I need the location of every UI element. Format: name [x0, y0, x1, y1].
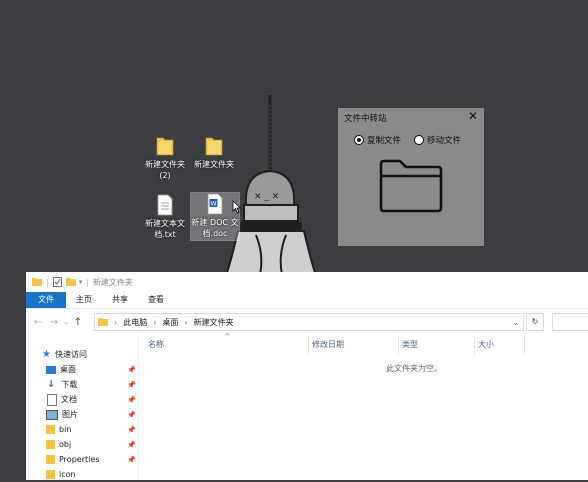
column-header-name[interactable]: 名称	[148, 335, 164, 355]
panel-title: 文件中转站	[344, 114, 387, 124]
toolbar-separator: |	[46, 277, 49, 287]
column-header-size[interactable]: 大小	[478, 335, 494, 355]
file-explorer-window[interactable]: | ▾ | 新建文件夹 文件 主页 共享 查看 ← → ⌄ ↑ › 此电脑 › …	[26, 272, 588, 480]
folder-icon	[205, 137, 223, 156]
move-file-label: 移动文件	[427, 136, 462, 146]
nav-label: 桌面	[60, 365, 76, 374]
nav-item-pictures[interactable]: 图片 📌	[26, 407, 138, 422]
refresh-icon[interactable]: ↻	[526, 313, 544, 331]
customize-dropdown-icon[interactable]: ▾	[79, 278, 83, 286]
nav-label: 图片	[62, 410, 78, 419]
window-title: 新建文件夹	[92, 277, 133, 287]
breadcrumb-this-pc[interactable]: 此电脑	[123, 317, 147, 328]
pin-icon: 📌	[127, 440, 136, 449]
desktop-icon	[46, 365, 56, 374]
column-divider[interactable]	[398, 335, 399, 355]
pin-icon: 📌	[127, 365, 136, 374]
copy-file-radio[interactable]: 复制文件	[354, 134, 401, 146]
pin-icon: 📌	[127, 380, 136, 389]
column-header-type[interactable]: 类型	[402, 335, 418, 355]
nav-item-documents[interactable]: 文档 📌	[26, 392, 138, 407]
column-divider[interactable]	[308, 335, 309, 355]
folder-drop-icon[interactable]	[378, 158, 444, 214]
nav-item-properties[interactable]: Properties 📌	[26, 452, 138, 467]
column-divider[interactable]	[524, 335, 525, 355]
forward-arrow-icon[interactable]: →	[46, 317, 62, 328]
recent-dropdown-icon[interactable]: ⌄	[62, 318, 70, 326]
nav-item-quick-access[interactable]: ★ 快速访问	[26, 347, 138, 362]
pin-icon: 📌	[127, 455, 136, 464]
folder-icon	[98, 318, 108, 326]
address-bar[interactable]: › 此电脑 › 桌面 › 新建文件夹 ⌄	[94, 313, 524, 331]
nav-label: Properties	[59, 455, 100, 464]
nav-item-bin[interactable]: bin 📌	[26, 422, 138, 437]
nav-label: 下载	[61, 380, 78, 389]
star-icon: ★	[42, 349, 51, 360]
nav-label: 快速访问	[54, 350, 87, 359]
move-file-radio[interactable]: 移动文件	[414, 134, 461, 146]
tab-file[interactable]: 文件	[26, 292, 66, 308]
new-folder-icon[interactable]	[65, 277, 76, 287]
breadcrumb-chevron-icon: ›	[114, 317, 118, 327]
desktop-icon-label: 新建 DOC 文档.doc	[191, 218, 239, 238]
ribbon-tabs: 文件 主页 共享 查看	[26, 292, 588, 309]
folder-icon	[46, 425, 55, 434]
desktop-icon-label: 新建文件夹	[194, 160, 234, 169]
download-icon: ↓	[47, 379, 56, 390]
svg-text:W: W	[211, 201, 217, 208]
folder-icon	[46, 440, 55, 449]
nav-label: obj	[59, 440, 72, 449]
mouse-cursor-icon	[232, 200, 242, 214]
folder-icon	[156, 137, 174, 156]
pin-icon: 📌	[127, 425, 136, 434]
toolbar-separator: |	[86, 277, 89, 287]
nav-item-desktop[interactable]: 桌面 📌	[26, 362, 138, 377]
desktop-icon-label: 新建文件夹 (2)	[145, 160, 185, 180]
breadcrumb-desktop[interactable]: 桌面	[162, 317, 178, 328]
document-icon	[47, 393, 57, 406]
folder-icon	[46, 455, 55, 464]
breadcrumb-chevron-icon: ›	[184, 317, 188, 327]
properties-icon[interactable]	[52, 277, 62, 287]
up-arrow-icon[interactable]: ↑	[70, 317, 86, 328]
text-file-icon	[157, 194, 173, 216]
tab-view[interactable]: 查看	[138, 292, 174, 308]
radio-checked-icon	[354, 135, 364, 145]
quick-access-toolbar: | ▾ | 新建文件夹	[26, 272, 588, 292]
address-dropdown-icon[interactable]: ⌄	[512, 318, 519, 327]
pane-divider[interactable]	[138, 335, 139, 480]
tab-share[interactable]: 共享	[102, 292, 138, 308]
file-transfer-panel[interactable]: 文件中转站 ✕ 复制文件 移动文件	[338, 108, 484, 246]
pin-icon: 📌	[127, 395, 136, 404]
folder-icon	[46, 470, 55, 479]
close-icon[interactable]: ✕	[468, 109, 478, 123]
tab-home[interactable]: 主页	[66, 292, 102, 308]
desktop-icon-folder[interactable]: 新建文件夹	[190, 135, 238, 170]
nav-label: bin	[59, 425, 72, 434]
desktop-icon-label: 新建文本文档.txt	[145, 219, 185, 239]
empty-folder-message: 此文件夹为空。	[386, 364, 442, 373]
nav-label: 文档	[61, 395, 77, 404]
svg-text:✕ _ ✕: ✕ _ ✕	[254, 192, 279, 202]
picture-icon	[46, 409, 58, 420]
breadcrumb-current-folder[interactable]: 新建文件夹	[194, 317, 234, 328]
nav-item-obj[interactable]: obj 📌	[26, 437, 138, 452]
sort-caret-icon: ^	[224, 332, 231, 341]
navigation-pane: ★ 快速访问 桌面 📌 ↓ 下载 📌 文档 📌 图片 📌 bin 📌 obj 📌…	[26, 335, 138, 480]
column-header-modified[interactable]: 修改日期	[312, 335, 344, 355]
desktop-icon-folder-2[interactable]: 新建文件夹 (2)	[141, 135, 189, 181]
nav-item-downloads[interactable]: ↓ 下载 📌	[26, 377, 138, 392]
pin-icon: 📌	[127, 410, 136, 419]
robot-lamp-illustration: ✕ _ ✕	[224, 95, 318, 275]
desktop-icon-text-file[interactable]: 新建文本文档.txt	[141, 194, 189, 240]
column-divider[interactable]	[474, 335, 475, 355]
word-file-icon: W	[207, 193, 223, 215]
radio-unchecked-icon	[414, 135, 424, 145]
folder-icon	[32, 278, 42, 286]
copy-file-label: 复制文件	[367, 136, 402, 146]
nav-label: icon	[59, 470, 76, 479]
breadcrumb-chevron-icon: ›	[153, 317, 157, 327]
back-arrow-icon[interactable]: ←	[30, 317, 46, 328]
search-input[interactable]	[552, 313, 588, 331]
